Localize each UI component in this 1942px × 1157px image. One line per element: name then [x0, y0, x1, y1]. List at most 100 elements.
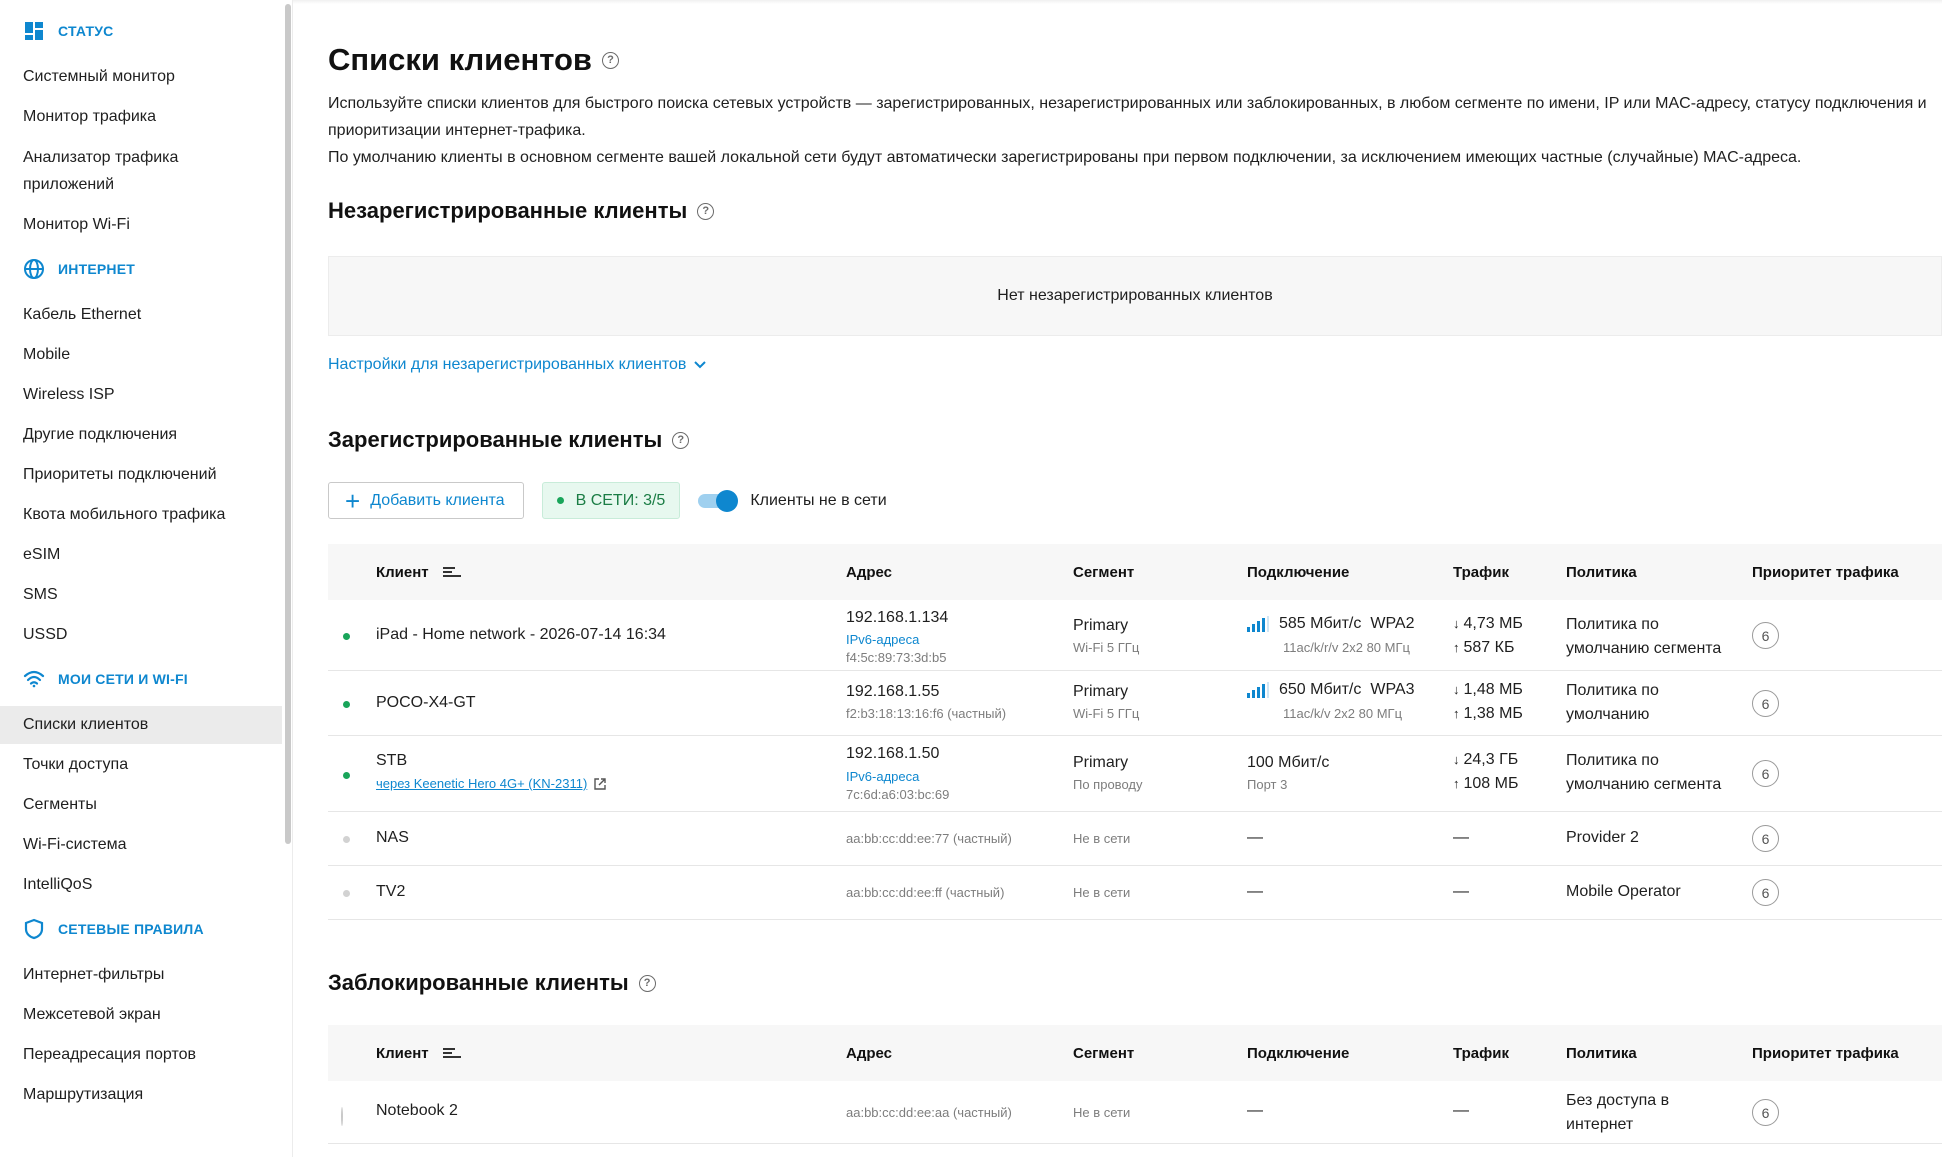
connection-speed: 650 Мбит/с — [1279, 681, 1362, 698]
table-row[interactable]: POCO-X4-GT 192.168.1.55 f2:b3:18:13:16:f… — [328, 671, 1942, 736]
client-ip: 192.168.1.50 — [846, 745, 940, 762]
client-policy[interactable]: Без доступа в интернет — [1566, 1089, 1706, 1137]
sidebar-item-sms[interactable]: SMS — [0, 582, 292, 608]
column-address[interactable]: Адрес — [846, 1025, 892, 1081]
help-icon[interactable]: ? — [601, 51, 619, 69]
traffic-priority-badge[interactable]: 6 — [1752, 690, 1779, 717]
table-row[interactable]: TV2 aa:bb:cc:dd:ee:ff (частный) Не в сет… — [328, 866, 1942, 920]
connection-security: WPA2 — [1370, 615, 1415, 632]
unregistered-settings-link[interactable]: Настройки для незарегистрированных клиен… — [328, 356, 707, 374]
client-mac: f2:b3:18:13:16:f6 (частный) — [846, 706, 1007, 721]
sidebar-item-esim[interactable]: eSIM — [0, 542, 292, 568]
sidebar-item-mobile-quota[interactable]: Квота мобильного трафика — [0, 502, 292, 528]
ipv6-link[interactable]: IPv6-адреса — [846, 632, 919, 647]
help-icon[interactable]: ? — [697, 202, 715, 220]
sidebar-item-intelliqos[interactable]: IntelliQoS — [0, 872, 292, 898]
help-icon[interactable]: ? — [672, 431, 690, 449]
sidebar-item-other-connections[interactable]: Другие подключения — [0, 422, 292, 448]
arrow-up-icon: ↑ — [1453, 706, 1460, 721]
client-policy[interactable]: Mobile Operator — [1566, 883, 1681, 901]
sidebar-item-firewall[interactable]: Межсетевой экран — [0, 1002, 292, 1028]
blocked-icon — [341, 1107, 343, 1126]
column-client[interactable]: Клиент — [376, 1025, 461, 1081]
sidebar-item-access-points[interactable]: Точки доступа — [0, 752, 292, 778]
traffic-priority-badge[interactable]: 6 — [1752, 825, 1779, 852]
add-client-button[interactable]: + Добавить клиента — [328, 482, 524, 519]
traffic-priority-badge[interactable]: 6 — [1752, 1099, 1779, 1126]
sidebar-item-app-traffic-analyzer[interactable]: Анализатор трафика приложений — [0, 144, 230, 198]
sidebar-item-port-forwarding[interactable]: Переадресация портов — [0, 1042, 292, 1068]
online-count-badge[interactable]: В СЕТИ: 3/5 — [541, 482, 681, 519]
external-link-icon[interactable] — [593, 777, 607, 791]
client-ip: 192.168.1.55 — [846, 683, 940, 700]
sidebar-item-ussd[interactable]: USSD — [0, 622, 292, 648]
traffic-priority-badge[interactable]: 6 — [1752, 622, 1779, 649]
dashboard-icon — [22, 19, 46, 43]
sidebar-item-traffic-monitor[interactable]: Монитор трафика — [0, 104, 292, 130]
offline-status-dot — [343, 836, 350, 843]
column-connection[interactable]: Подключение — [1247, 544, 1349, 600]
column-priority[interactable]: Приоритет трафика — [1752, 544, 1899, 600]
client-policy[interactable]: Политика по умолчанию — [1566, 679, 1736, 727]
traffic-priority-badge[interactable]: 6 — [1752, 879, 1779, 906]
column-policy[interactable]: Политика — [1566, 1025, 1637, 1081]
column-client[interactable]: Клиент — [376, 544, 461, 600]
column-policy[interactable]: Политика — [1566, 544, 1637, 600]
page-title-row: Списки клиентов ? — [328, 42, 619, 78]
column-connection[interactable]: Подключение — [1247, 1025, 1349, 1081]
online-dot-icon — [556, 497, 564, 504]
table-row[interactable]: NAS aa:bb:cc:dd:ee:77 (частный) Не в сет… — [328, 812, 1942, 866]
sidebar-item-client-lists[interactable]: Списки клиентов — [0, 706, 282, 744]
client-name[interactable]: iPad - Home network - 2026-07-14 16:34 — [376, 626, 666, 644]
sidebar-item-wifi-monitor[interactable]: Монитор Wi-Fi — [0, 212, 292, 238]
via-device: через Keenetic Hero 4G+ (KN-2311) — [376, 776, 607, 791]
client-name[interactable]: STB — [376, 752, 407, 770]
traffic-down-value: 24,3 ГБ — [1463, 751, 1519, 768]
sidebar-item-wifi-system[interactable]: Wi-Fi-система — [0, 832, 292, 858]
column-segment[interactable]: Сегмент — [1073, 544, 1134, 600]
client-policy[interactable]: Политика по умолчанию сегмента — [1566, 613, 1736, 661]
traffic-priority-badge[interactable]: 6 — [1752, 760, 1779, 787]
column-client-label: Клиент — [376, 563, 429, 581]
sort-icon[interactable] — [442, 565, 461, 579]
chevron-down-icon — [694, 361, 707, 369]
client-policy[interactable]: Provider 2 — [1566, 829, 1639, 847]
sort-icon[interactable] — [442, 1046, 461, 1060]
add-client-label: Добавить клиента — [370, 491, 505, 509]
client-name[interactable]: Notebook 2 — [376, 1102, 458, 1120]
column-traffic[interactable]: Трафик — [1453, 1025, 1509, 1081]
sidebar-item-mobile[interactable]: Mobile — [0, 342, 292, 368]
connection-empty: — — [1247, 883, 1263, 900]
sidebar-item-wireless-isp[interactable]: Wireless ISP — [0, 382, 292, 408]
column-address[interactable]: Адрес — [846, 544, 892, 600]
ipv6-link[interactable]: IPv6-адреса — [846, 769, 919, 784]
column-segment[interactable]: Сегмент — [1073, 1025, 1134, 1081]
table-row[interactable]: STB через Keenetic Hero 4G+ (KN-2311) 19… — [328, 736, 1942, 812]
traffic-up-value: 587 КБ — [1463, 639, 1515, 656]
traffic-empty: — — [1453, 1102, 1469, 1119]
connection-speed: 585 Мбит/с — [1279, 615, 1362, 632]
client-policy[interactable]: Политика по умолчанию сегмента — [1566, 749, 1736, 797]
client-name[interactable]: POCO-X4-GT — [376, 694, 476, 712]
via-device-link[interactable]: через Keenetic Hero 4G+ (KN-2311) — [376, 776, 587, 791]
registered-section-title-row: Зарегистрированные клиенты ? — [328, 427, 690, 453]
help-icon[interactable]: ? — [638, 974, 656, 992]
column-client-label: Клиент — [376, 1044, 429, 1062]
traffic-empty: — — [1453, 829, 1469, 846]
unregistered-section-title-row: Незарегистрированные клиенты ? — [328, 198, 715, 224]
sidebar-item-system-monitor[interactable]: Системный монитор — [0, 64, 292, 90]
sidebar: СТАТУС Системный монитор Монитор трафика… — [0, 0, 293, 1157]
sidebar-item-segments[interactable]: Сегменты — [0, 792, 292, 818]
sidebar-item-ethernet[interactable]: Кабель Ethernet — [0, 302, 292, 328]
table-row[interactable]: iPad - Home network - 2026-07-14 16:34 1… — [328, 600, 1942, 671]
client-name[interactable]: TV2 — [376, 883, 405, 901]
column-priority[interactable]: Приоритет трафика — [1752, 1025, 1899, 1081]
table-row[interactable]: Notebook 2 aa:bb:cc:dd:ee:aa (частный) Н… — [328, 1081, 1942, 1144]
offline-clients-toggle[interactable] — [698, 489, 739, 512]
sidebar-item-routing[interactable]: Маршрутизация — [0, 1082, 292, 1108]
sidebar-item-internet-filters[interactable]: Интернет-фильтры — [0, 962, 292, 988]
client-name[interactable]: NAS — [376, 829, 409, 847]
sidebar-scrollbar[interactable] — [285, 4, 291, 844]
column-traffic[interactable]: Трафик — [1453, 544, 1509, 600]
sidebar-item-connection-priorities[interactable]: Приоритеты подключений — [0, 462, 292, 488]
